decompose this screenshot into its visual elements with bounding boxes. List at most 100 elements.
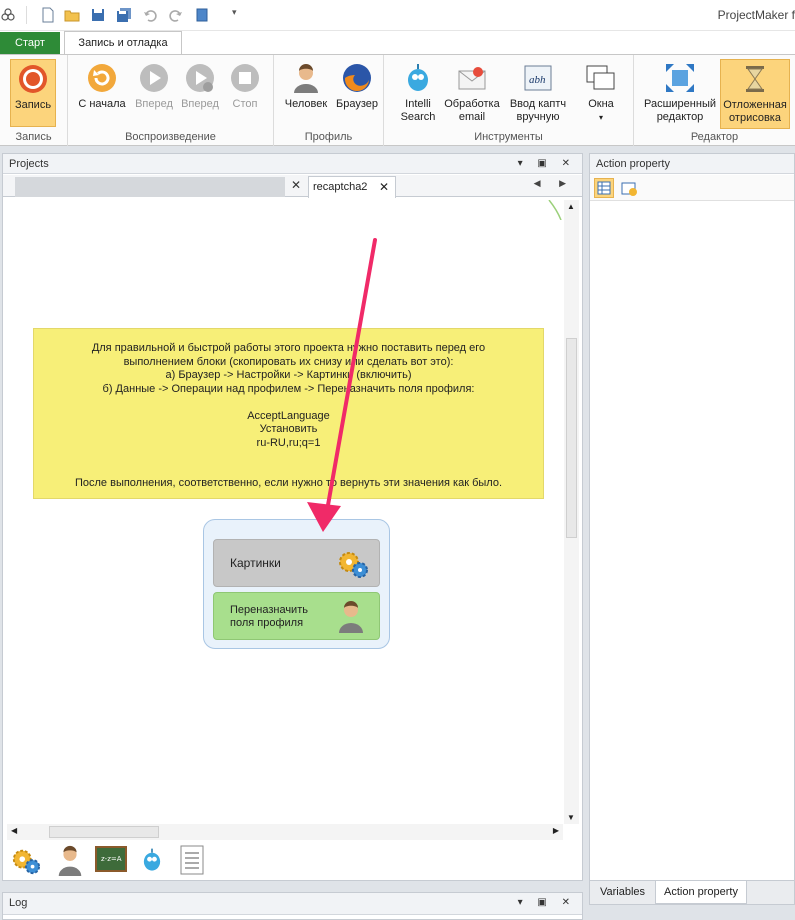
browser-button[interactable]: Браузер [334,59,380,111]
undo-icon[interactable] [142,7,158,23]
save-icon[interactable] [90,7,106,23]
person-icon[interactable] [55,844,85,876]
email-label-1: Обработка [444,98,500,110]
tab-start[interactable]: Старт [0,32,60,55]
list-document-icon[interactable] [179,844,205,876]
record-label: Запись [14,99,52,111]
email-label-2: email [458,111,486,123]
close-icon[interactable]: ✕ [379,177,389,197]
from-start-label: С начала [78,98,126,110]
stop-label: Стоп [232,98,258,110]
horizontal-scrollbar[interactable]: ◀ ▶ [7,824,563,840]
open-folder-icon[interactable] [64,7,80,23]
app-title: ProjectMaker f [717,8,795,22]
captcha-label-1: Ввод каптч [509,98,567,110]
captcha-label-2: вручную [516,111,560,123]
windows-dropdown-icon: ▾ [598,113,603,122]
app-menu-icon[interactable] [0,7,16,23]
group-tools: Intelli Search Обработка email abh Ввод … [384,55,634,146]
tab-variables[interactable]: Variables [592,881,653,904]
firefox-icon [341,62,373,94]
play-icon [138,62,170,94]
forward-button[interactable]: Вперед [132,59,176,111]
horizontal-scroll-thumb[interactable] [49,826,159,838]
tab-record-debug[interactable]: Запись и отладка [64,31,182,55]
project-canvas[interactable]: Для правильной и быстрой работы этого пр… [7,200,563,824]
intelli-label-1: Intelli [405,98,431,110]
delayed-label-1: Отложенная [723,99,787,111]
group-label-tools: Инструменты [474,131,543,143]
hourglass-icon [739,63,771,95]
redo-icon[interactable] [168,7,184,23]
captcha-icon: abh [522,62,554,94]
group-profile: Человек Браузер Профиль [274,55,384,146]
new-file-icon[interactable] [40,7,56,23]
annotation-arrow [307,238,377,532]
ribbon: Запись Запись С начала Вперед Вперед Сто… [0,54,795,146]
vertical-scroll-thumb[interactable] [566,338,577,538]
vertical-scrollbar[interactable]: ▲ ▼ [564,200,579,824]
group-label-playback: Воспроизведение [125,131,216,143]
email-button[interactable]: Обработка email [442,59,502,124]
expand-icon [664,62,696,94]
tab-recaptcha2[interactable]: recaptcha2 ✕ [308,176,396,198]
action-property-title: Action property [596,158,670,170]
person-icon [290,62,322,94]
grid-icon [597,181,611,195]
chalkboard-icon[interactable]: z-z=A [95,846,127,874]
properties-icon[interactable] [620,180,638,198]
stop-button[interactable]: Стоп [224,59,266,111]
delayed-render-button[interactable]: Отложенная отрисовка [720,59,790,129]
save-all-icon[interactable] [116,7,132,23]
record-icon [17,63,49,95]
document-tabs: ✕ recaptcha2 ✕ ◀ ▶ [3,175,582,198]
action-property-header: Action property [590,154,794,174]
projects-title: Projects [9,158,49,170]
customize-qat-icon[interactable]: ▾ [232,7,237,18]
group-label-editor: Редактор [690,131,739,143]
book-icon[interactable] [194,7,210,23]
human-label: Человек [284,98,328,110]
group-label-record: Запись [15,131,52,143]
email-icon [456,62,488,94]
document-tab-hidden[interactable] [15,177,285,197]
projects-panel: Projects ▾ ▣ ✕ ✕ recaptcha2 ✕ ◀ ▶ Для пр… [2,153,583,881]
forward-step-button[interactable]: Вперед [178,59,222,111]
log-header-controls[interactable]: ▾ ▣ ✕ [518,893,576,913]
captcha-button[interactable]: abh Ввод каптч вручную [506,59,570,124]
action-panel-tabs: Variables Action property [590,880,794,904]
action-property-toolbar [590,175,794,201]
play-step-icon [184,62,216,94]
intelli-label-2: Search [400,111,436,123]
advanced-editor-button[interactable]: Расширенный редактор [642,59,718,124]
record-button[interactable]: Запись [10,59,56,127]
group-playback: С начала Вперед Вперед Стоп Воспроизведе… [68,55,274,146]
windows-icon [585,62,617,94]
robot-icon [402,62,434,94]
scroll-left-icon[interactable]: ◀ [11,826,17,835]
browser-label: Браузер [336,98,378,110]
forward-step-label: Вперед [181,98,219,110]
human-button[interactable]: Человек [280,59,332,111]
scroll-right-icon[interactable]: ▶ [553,826,559,835]
scroll-up-icon[interactable]: ▲ [567,202,575,211]
scroll-down-icon[interactable]: ▼ [567,813,575,822]
grid-view-button[interactable] [594,178,614,198]
group-editor: Расширенный редактор Отложенная отрисовк… [634,55,795,146]
robot-icon[interactable] [139,844,165,876]
tab-nav-arrows[interactable]: ◀ ▶ [534,178,574,189]
projects-header-controls[interactable]: ▾ ▣ ✕ [518,154,576,174]
gears-icon[interactable] [11,846,41,876]
close-icon[interactable]: ✕ [291,178,301,192]
group-label-profile: Профиль [304,131,353,143]
block-palette: z-z=A [7,842,577,878]
from-start-button[interactable]: С начала [74,59,130,111]
stop-icon [229,62,261,94]
tab-action-property[interactable]: Action property [655,881,747,904]
group-record: Запись Запись [0,55,68,146]
intelli-search-button[interactable]: Intelli Search [394,59,442,124]
windows-button[interactable]: Окна ▾ [578,59,624,124]
action-property-panel: Action property Variables Action propert… [589,153,795,905]
ribbon-tabs: Старт Запись и отладка [0,31,795,55]
adv-label-1: Расширенный [644,98,716,110]
